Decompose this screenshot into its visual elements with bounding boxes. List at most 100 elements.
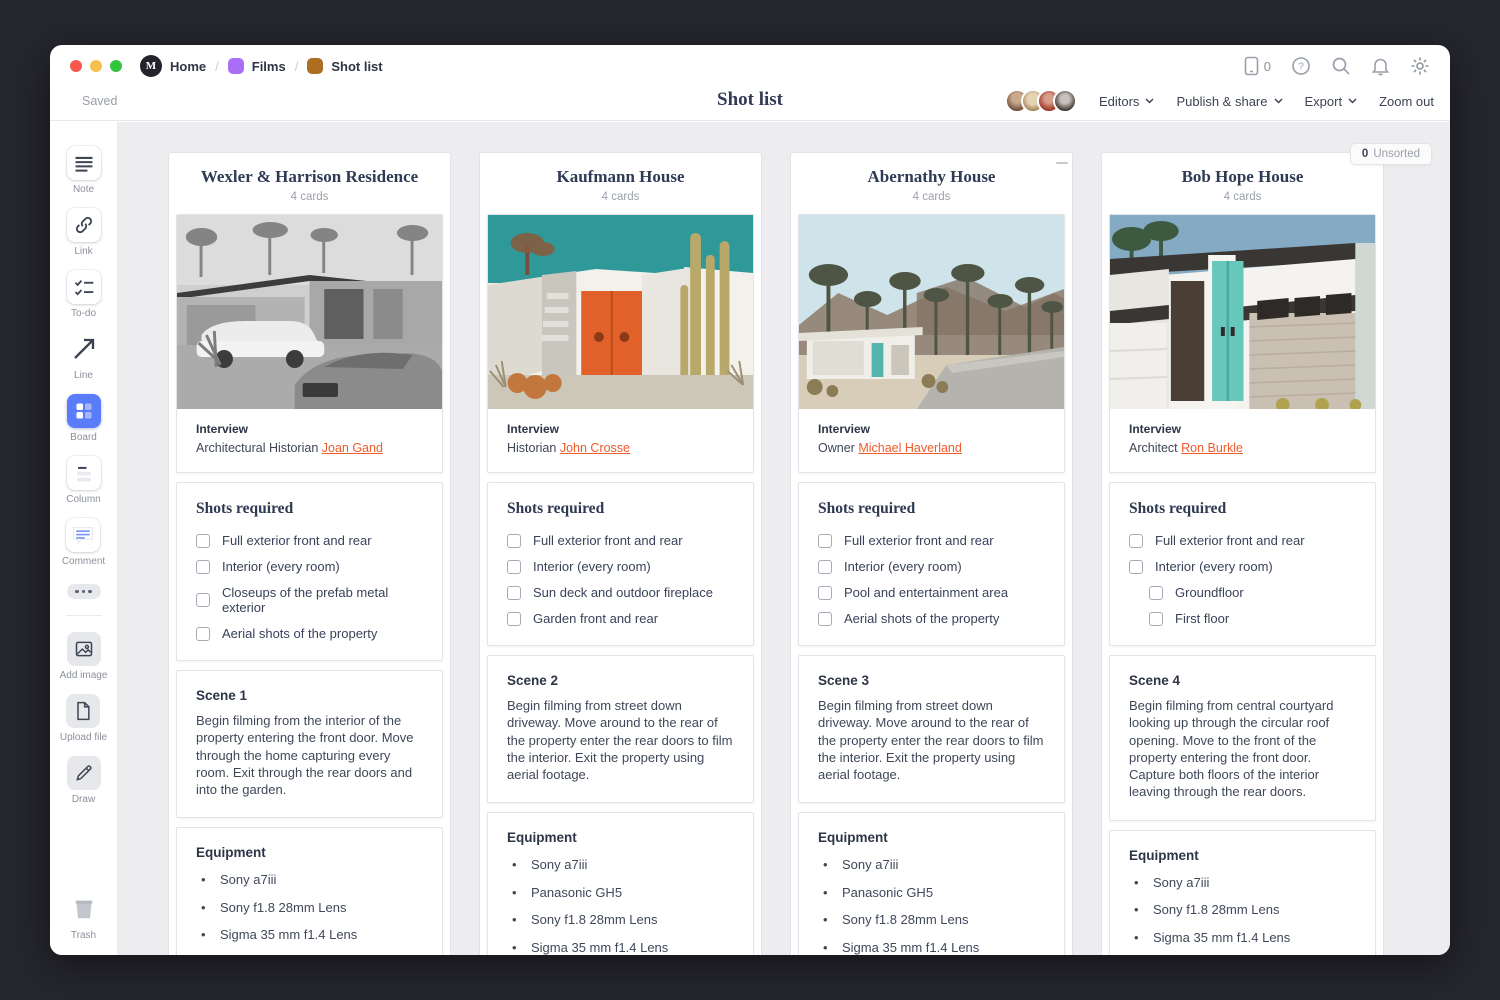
scene-heading: Scene 2 — [507, 673, 734, 688]
checkbox[interactable] — [196, 593, 210, 607]
house-photo[interactable] — [177, 215, 442, 409]
more-tools-button[interactable] — [67, 584, 101, 599]
board-canvas[interactable]: 0 Unsorted Wexler & Harrison Residence 4… — [118, 122, 1450, 955]
column-header[interactable]: Kaufmann House 4 cards — [487, 153, 754, 214]
search-button[interactable] — [1331, 56, 1351, 76]
tool-comment[interactable]: Comment — [62, 518, 105, 567]
checkbox[interactable] — [818, 560, 832, 574]
mobile-uploads-button[interactable]: 0 — [1244, 56, 1271, 76]
equipment-heading: Equipment — [1129, 848, 1356, 863]
mobile-uploads-count: 0 — [1264, 59, 1271, 74]
checkbox[interactable] — [196, 534, 210, 548]
equipment-card[interactable]: Equipment Sony a7iii Sony f1.8 28mm Lens… — [1109, 830, 1376, 955]
window-controls — [70, 60, 122, 72]
equipment-card[interactable]: Equipment Sony a7iii Sony f1.8 28mm Lens… — [176, 827, 443, 955]
person-link[interactable]: Ron Burkle — [1181, 441, 1243, 455]
zoom-out-button[interactable]: Zoom out — [1379, 94, 1434, 109]
scene-card[interactable]: Scene 1 Begin filming from the interior … — [176, 670, 443, 818]
todo-item: Aerial shots of the property — [818, 611, 1045, 626]
checkbox[interactable] — [1149, 612, 1163, 626]
unsorted-count: 0 — [1362, 148, 1368, 160]
titlebar-actions: 0 ? — [1244, 56, 1430, 76]
equipment-heading: Equipment — [818, 830, 1045, 845]
minimize-window-button[interactable] — [90, 60, 102, 72]
person-link[interactable]: Michael Haverland — [858, 441, 962, 455]
column-title[interactable]: Kaufmann House — [487, 167, 754, 187]
tool-column[interactable]: Column — [66, 456, 100, 505]
tool-board-active[interactable]: Board — [67, 394, 101, 443]
tool-line[interactable]: Line — [67, 332, 101, 381]
house-photo[interactable] — [1110, 215, 1375, 409]
checkbox[interactable] — [196, 627, 210, 641]
shots-card[interactable]: Shots required Full exterior front and r… — [1109, 482, 1376, 646]
abernathy-house-photo-graphic — [799, 215, 1064, 409]
scene-card[interactable]: Scene 2 Begin filming from street down d… — [487, 655, 754, 803]
todo-item: Full exterior front and rear — [1129, 533, 1356, 548]
checkbox[interactable] — [196, 560, 210, 574]
house-photo[interactable] — [799, 215, 1064, 409]
tool-link[interactable]: Link — [67, 208, 101, 257]
editors-menu-button[interactable]: Editors — [1099, 94, 1154, 109]
column-title[interactable]: Wexler & Harrison Residence — [176, 167, 443, 187]
tool-add-image[interactable]: Add image — [60, 632, 108, 681]
tool-todo[interactable]: To-do — [67, 270, 101, 319]
column-title[interactable]: Abernathy House — [798, 167, 1065, 187]
column-title[interactable]: Bob Hope House — [1109, 167, 1376, 187]
help-icon: ? — [1291, 56, 1311, 76]
equipment-item: Sigma 35 mm f1.4 Lens — [818, 940, 1045, 955]
tool-note[interactable]: Note — [67, 146, 101, 195]
column-header[interactable]: Bob Hope House 4 cards — [1109, 153, 1376, 214]
tool-label: Line — [74, 370, 93, 381]
person-link[interactable]: John Crosse — [560, 441, 630, 455]
checkbox[interactable] — [507, 560, 521, 574]
shots-card[interactable]: Shots required Full exterior front and r… — [176, 482, 443, 661]
tool-label: Note — [73, 184, 94, 195]
interview-line: Historian John Crosse — [507, 441, 734, 455]
image-card[interactable]: Interview Architect Ron Burkle — [1109, 214, 1376, 473]
checkbox[interactable] — [1129, 534, 1143, 548]
tool-label: To-do — [71, 308, 96, 319]
scene-text: Begin filming from central courtyard loo… — [1129, 697, 1356, 801]
notifications-button[interactable] — [1371, 56, 1390, 76]
close-window-button[interactable] — [70, 60, 82, 72]
equipment-card[interactable]: Equipment Sony a7iii Panasonic GH5 Sony … — [798, 812, 1065, 955]
tool-draw[interactable]: Draw — [67, 756, 101, 805]
editor-avatars[interactable] — [1005, 89, 1077, 113]
checkbox[interactable] — [818, 534, 832, 548]
column-header[interactable]: Wexler & Harrison Residence 4 cards — [176, 153, 443, 214]
checkbox[interactable] — [818, 612, 832, 626]
checkbox[interactable] — [507, 586, 521, 600]
interview-role: Historian — [507, 441, 556, 455]
scene-card[interactable]: Scene 4 Begin filming from central court… — [1109, 655, 1376, 821]
shots-card[interactable]: Shots required Full exterior front and r… — [487, 482, 754, 646]
person-link[interactable]: Joan Gand — [322, 441, 383, 455]
checkbox[interactable] — [507, 534, 521, 548]
tool-upload-file[interactable]: Upload file — [60, 694, 107, 743]
help-button[interactable]: ? — [1291, 56, 1311, 76]
export-menu-button[interactable]: Export — [1305, 94, 1358, 109]
breadcrumb-home[interactable]: M Home — [140, 55, 206, 77]
image-card[interactable]: Interview Historian John Crosse — [487, 214, 754, 473]
shots-card[interactable]: Shots required Full exterior front and r… — [798, 482, 1065, 646]
trash-target[interactable]: Trash — [67, 892, 101, 941]
checkbox[interactable] — [1129, 560, 1143, 574]
chevron-down-icon — [1348, 98, 1357, 104]
breadcrumb-shot-list[interactable]: Shot list — [307, 58, 382, 74]
column-card-count: 4 cards — [1109, 191, 1376, 203]
checkbox[interactable] — [507, 612, 521, 626]
image-card[interactable]: Interview Owner Michael Haverland — [798, 214, 1065, 473]
maximize-window-button[interactable] — [110, 60, 122, 72]
column-header[interactable]: Abernathy House 4 cards — [798, 153, 1065, 214]
checkbox[interactable] — [818, 586, 832, 600]
publish-share-menu-button[interactable]: Publish & share — [1176, 94, 1282, 109]
settings-button[interactable] — [1410, 56, 1430, 76]
unsorted-tray-button[interactable]: 0 Unsorted — [1350, 143, 1432, 165]
checkbox[interactable] — [1149, 586, 1163, 600]
house-photo[interactable] — [488, 215, 753, 409]
note-icon — [73, 152, 95, 174]
equipment-card[interactable]: Equipment Sony a7iii Panasonic GH5 Sony … — [487, 812, 754, 955]
scene-card[interactable]: Scene 3 Begin filming from street down d… — [798, 655, 1065, 803]
image-card[interactable]: Interview Architectural Historian Joan G… — [176, 214, 443, 473]
breadcrumb-films[interactable]: Films — [228, 58, 286, 74]
shots-heading: Shots required — [196, 500, 423, 518]
